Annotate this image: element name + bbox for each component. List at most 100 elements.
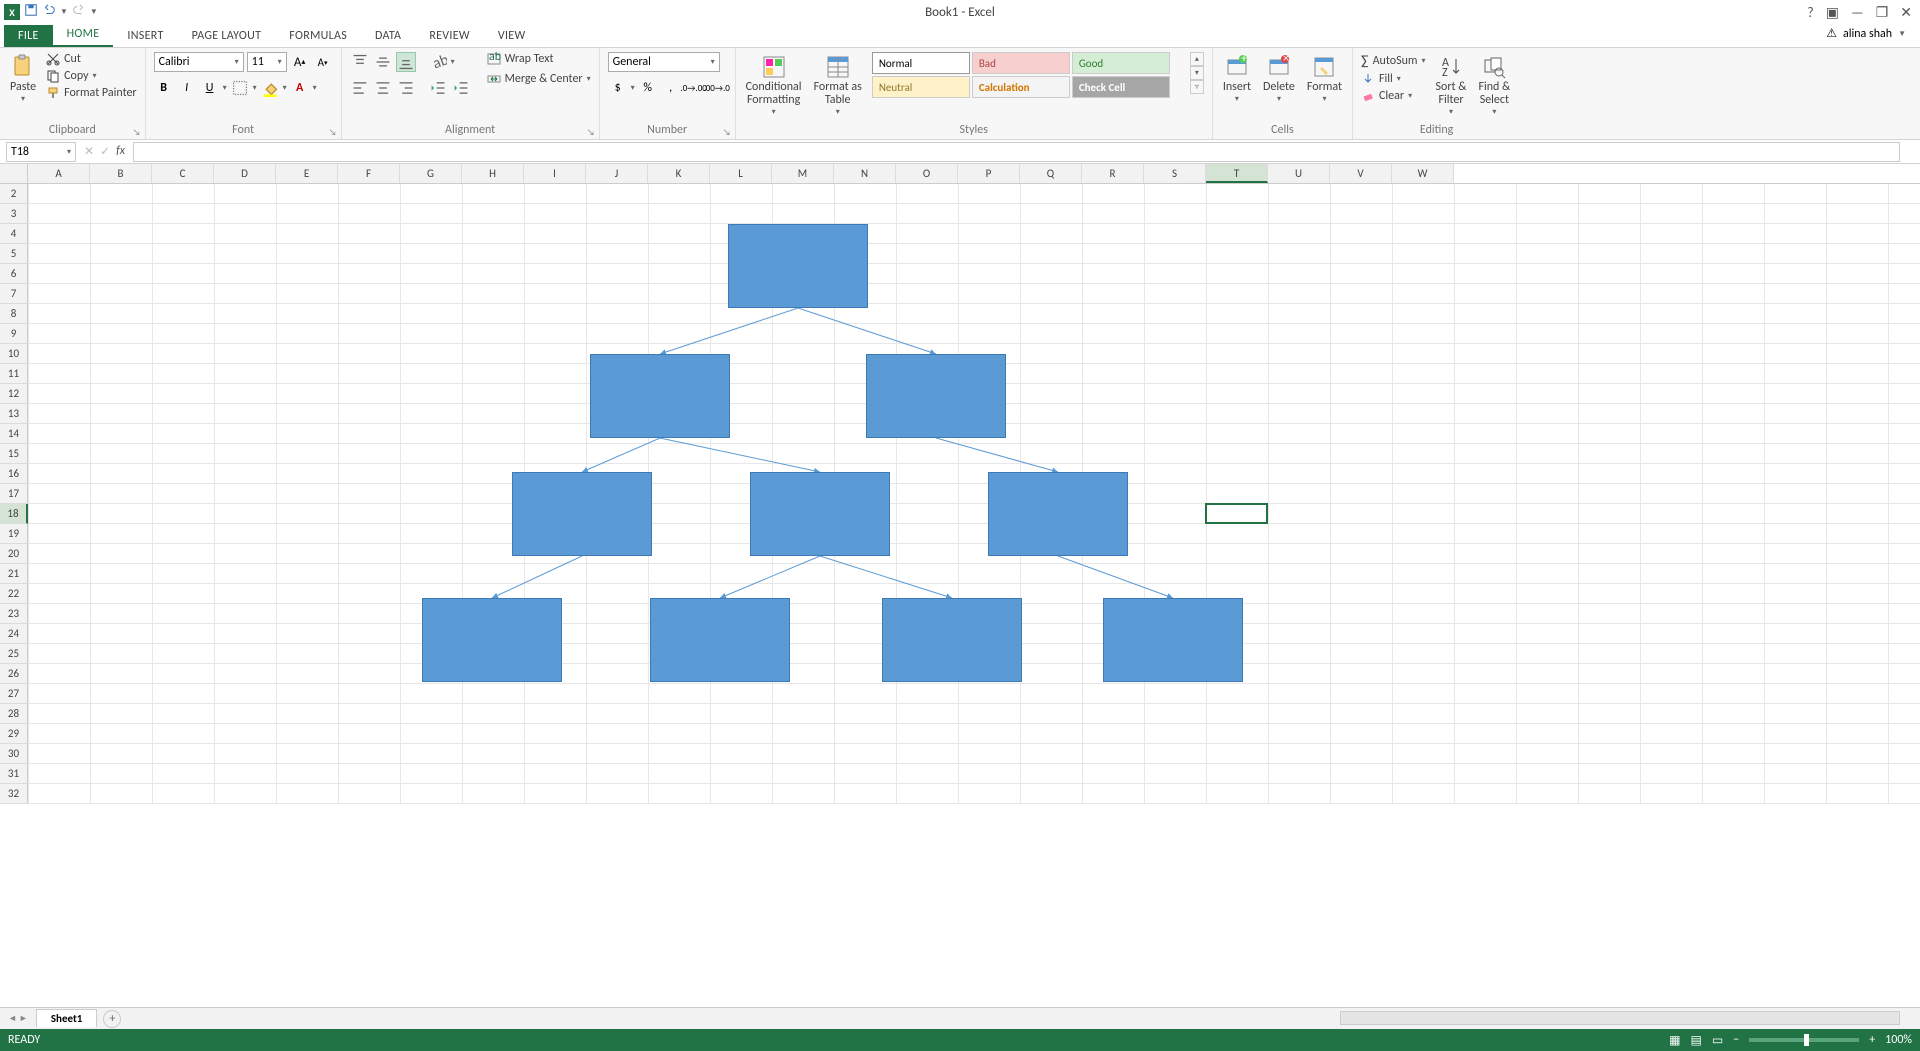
view-normal-icon[interactable]: ▦ [1669,1033,1680,1048]
column-header[interactable]: R [1082,164,1144,183]
row-header[interactable]: 3 [0,204,28,224]
align-right-icon[interactable] [396,78,416,98]
insert-cells-button[interactable]: +Insert▾ [1221,52,1253,106]
row-header[interactable]: 17 [0,484,28,504]
column-header[interactable]: A [28,164,90,183]
column-header[interactable]: W [1392,164,1454,183]
view-page-layout-icon[interactable]: ▤ [1691,1033,1702,1048]
minimize-icon[interactable]: — [1851,4,1864,21]
row-header[interactable]: 27 [0,684,28,704]
comma-format-icon[interactable]: , [661,78,681,98]
row-header[interactable]: 4 [0,224,28,244]
wrap-text-button[interactable]: abWrap Text [487,52,591,66]
row-header[interactable]: 18 [0,504,28,524]
decrease-decimal-icon[interactable]: .00→.0 [707,78,727,98]
style-check-cell[interactable]: Check Cell [1072,76,1170,98]
tab-formulas[interactable]: FORMULAS [275,25,361,47]
column-header[interactable]: G [400,164,462,183]
undo-icon[interactable] [42,3,56,21]
zoom-level[interactable]: 100% [1885,1033,1912,1047]
horizontal-scrollbar[interactable] [1340,1011,1900,1025]
decrease-indent-icon[interactable] [428,78,448,98]
column-header[interactable]: T [1206,164,1268,183]
conditional-formatting-button[interactable]: Conditional Formatting▾ [744,52,804,119]
column-header[interactable]: B [90,164,152,183]
row-header[interactable]: 19 [0,524,28,544]
row-header[interactable]: 20 [0,544,28,564]
tab-file[interactable]: FILE [4,25,53,47]
column-header[interactable]: D [214,164,276,183]
orientation-icon[interactable]: ab [428,52,448,72]
number-format-combo[interactable]: General▾ [608,52,720,72]
row-header[interactable]: 13 [0,404,28,424]
row-header[interactable]: 9 [0,324,28,344]
column-header[interactable]: Q [1020,164,1082,183]
column-header[interactable]: N [834,164,896,183]
increase-decimal-icon[interactable]: .0→.00 [684,78,704,98]
row-header[interactable]: 12 [0,384,28,404]
cut-button[interactable]: Cut [46,52,137,66]
row-header[interactable]: 22 [0,584,28,604]
borders-icon[interactable] [230,78,250,98]
column-header[interactable]: L [710,164,772,183]
font-dialog-launcher-icon[interactable]: ↘ [329,127,337,138]
tab-insert[interactable]: INSERT [113,25,177,47]
format-painter-button[interactable]: Format Painter [46,86,137,100]
select-all-corner[interactable] [0,164,28,184]
row-header[interactable]: 28 [0,704,28,724]
row-header[interactable]: 30 [0,744,28,764]
format-as-table-button[interactable]: Format as Table▾ [812,52,864,119]
column-header[interactable]: U [1268,164,1330,183]
column-header[interactable]: P [958,164,1020,183]
tab-home[interactable]: HOME [53,23,114,47]
increase-font-icon[interactable]: A▴ [290,52,310,72]
row-header[interactable]: 21 [0,564,28,584]
find-select-button[interactable]: Find & Select▾ [1476,52,1512,119]
ribbon-options-icon[interactable]: ▣ [1826,4,1839,21]
column-header[interactable]: E [276,164,338,183]
align-center-icon[interactable] [373,78,393,98]
delete-cells-button[interactable]: ×Delete▾ [1261,52,1297,106]
clipboard-dialog-launcher-icon[interactable]: ↘ [133,127,141,138]
column-header[interactable]: I [524,164,586,183]
decrease-font-icon[interactable]: A▾ [313,52,333,72]
style-good[interactable]: Good [1072,52,1170,74]
sort-filter-button[interactable]: AZSort & Filter▾ [1434,52,1469,119]
row-header[interactable]: 7 [0,284,28,304]
font-size-combo[interactable]: 11▾ [247,52,287,72]
row-header[interactable]: 6 [0,264,28,284]
paste-button[interactable]: Paste ▾ [8,52,38,106]
format-cells-button[interactable]: Format▾ [1305,52,1344,106]
tab-data[interactable]: DATA [361,25,415,47]
column-header[interactable]: J [586,164,648,183]
column-header[interactable]: H [462,164,524,183]
tab-page-layout[interactable]: PAGE LAYOUT [178,25,276,47]
column-header[interactable]: K [648,164,710,183]
sheet-tab[interactable]: Sheet1 [36,1009,98,1027]
italic-button[interactable]: I [177,78,197,98]
cell-styles-gallery[interactable]: Normal Bad Good Neutral Calculation Chec… [872,52,1182,98]
row-header[interactable]: 2 [0,184,28,204]
row-header[interactable]: 16 [0,464,28,484]
row-header[interactable]: 32 [0,784,28,804]
row-header[interactable]: 31 [0,764,28,784]
fill-color-icon[interactable] [260,78,280,98]
row-header[interactable]: 29 [0,724,28,744]
font-color-icon[interactable]: A [290,78,310,98]
sheet-nav-first-icon[interactable]: ◄ [8,1013,17,1024]
align-middle-icon[interactable] [373,52,393,72]
zoom-out-icon[interactable]: − [1733,1033,1739,1047]
align-bottom-icon[interactable] [396,52,416,72]
style-normal[interactable]: Normal [872,52,970,74]
row-header[interactable]: 23 [0,604,28,624]
underline-button[interactable]: U [200,78,220,98]
restore-icon[interactable]: ❐ [1876,4,1889,21]
save-icon[interactable] [24,3,38,21]
tab-view[interactable]: VIEW [484,25,540,47]
copy-button[interactable]: Copy▾ [46,69,137,83]
zoom-slider[interactable] [1749,1038,1859,1042]
bold-button[interactable]: B [154,78,174,98]
alignment-dialog-launcher-icon[interactable]: ↘ [587,127,595,138]
row-header[interactable]: 26 [0,664,28,684]
merge-center-button[interactable]: Merge & Center▾ [487,72,591,86]
